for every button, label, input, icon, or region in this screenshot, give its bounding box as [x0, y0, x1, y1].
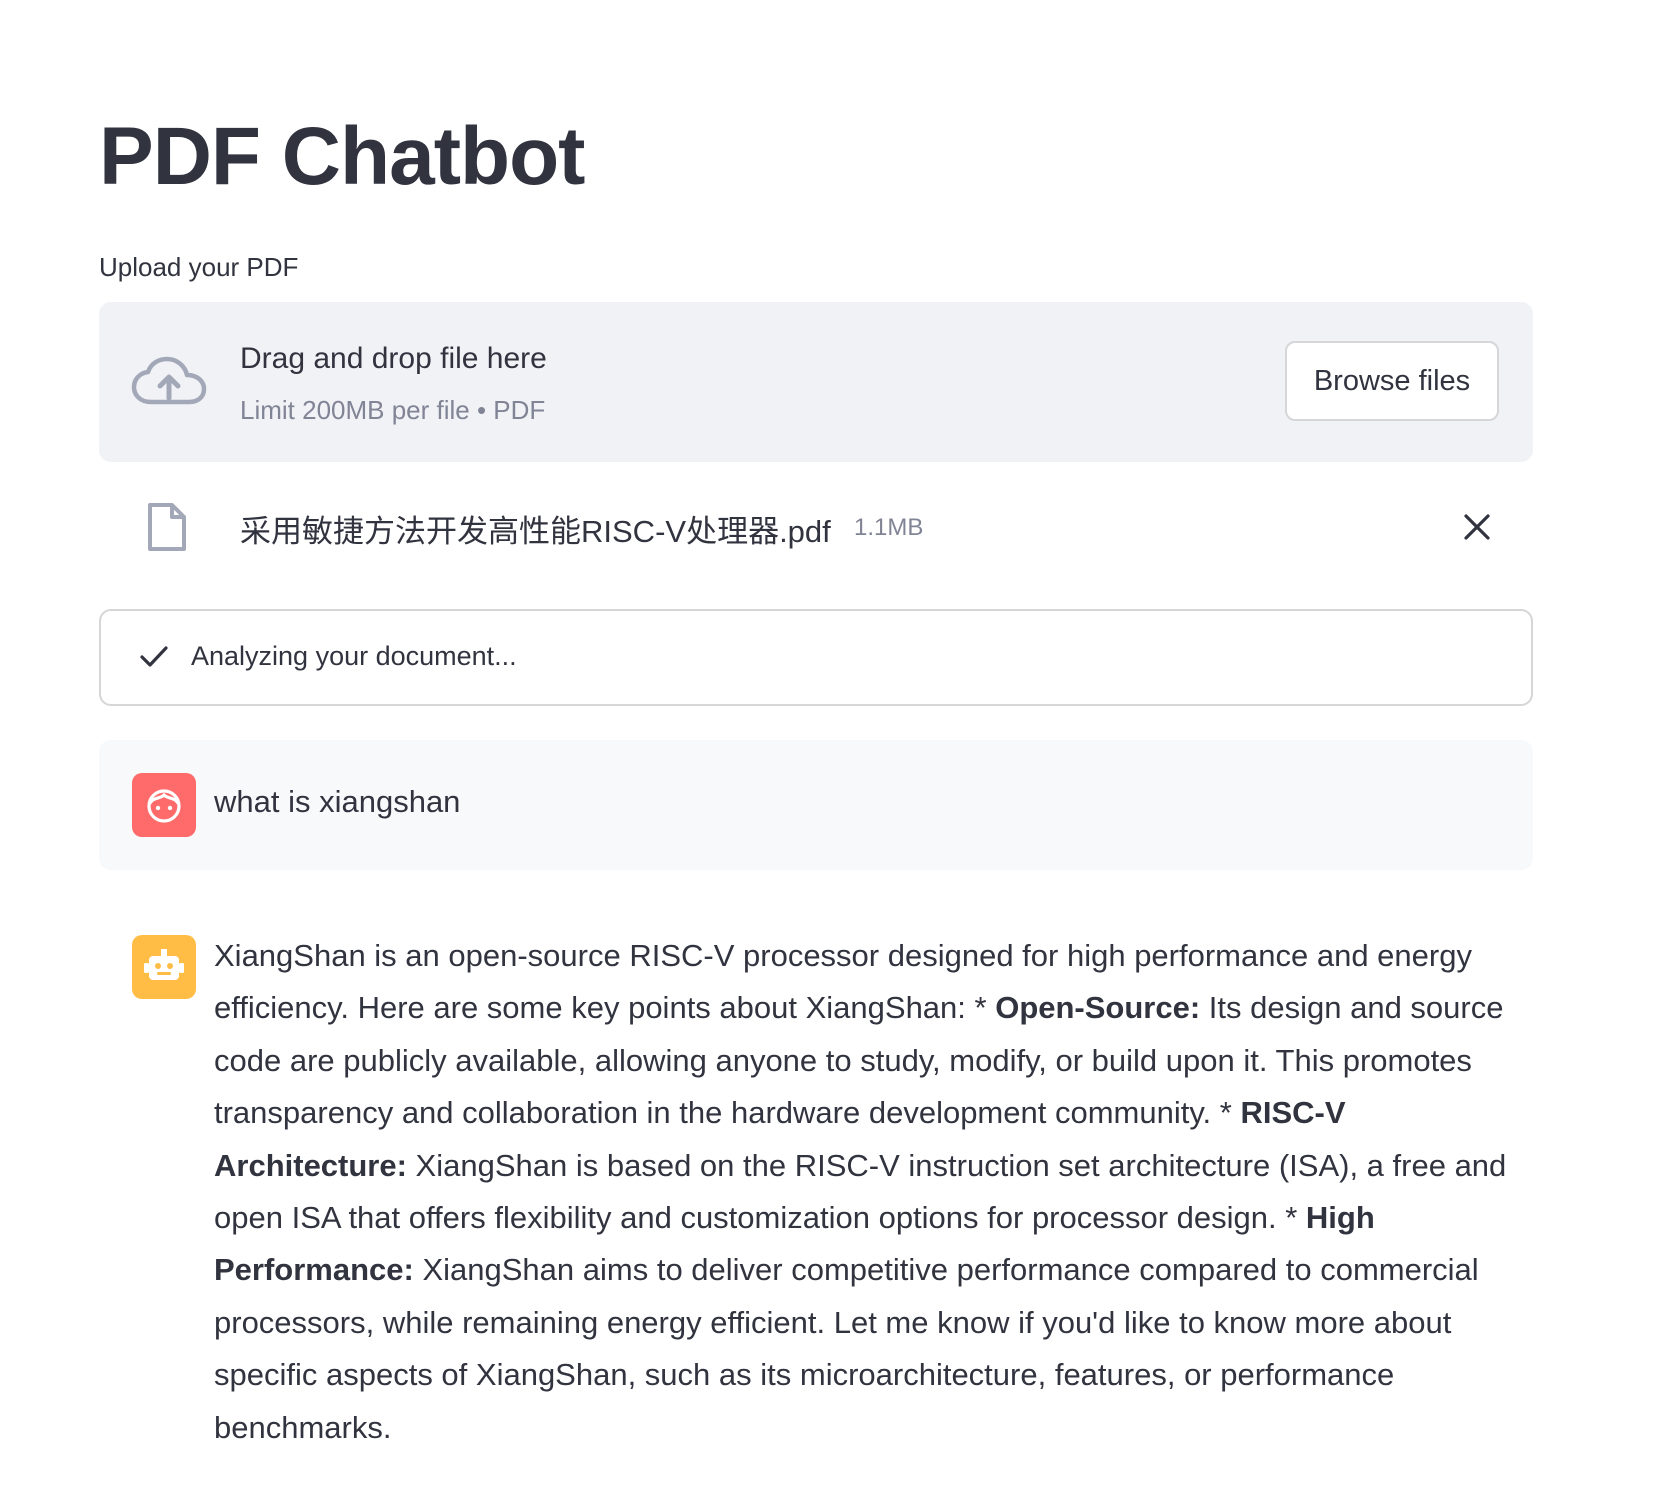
check-icon [139, 644, 169, 670]
status-expander[interactable]: Analyzing your document... [99, 609, 1533, 706]
assistant-chat-message: XiangShan is an open-source RISC-V proce… [99, 918, 1533, 1445]
status-text: Analyzing your document... [191, 641, 517, 671]
user-chat-message: what is xiangshan [99, 740, 1533, 870]
cloud-upload-icon [131, 356, 207, 408]
browse-files-button[interactable]: Browse files [1285, 341, 1499, 421]
robot-icon [132, 935, 196, 999]
close-icon[interactable] [1461, 511, 1493, 543]
user-face-icon [132, 773, 196, 837]
assistant-message-text: XiangShan is an open-source RISC-V proce… [214, 930, 1536, 1454]
file-icon [147, 502, 187, 552]
uploaded-file-name: 采用敏捷方法开发高性能RISC-V处理器.pdf [240, 514, 831, 549]
dropzone-title: Drag and drop file here [240, 342, 547, 375]
uploaded-file-size: 1.1MB [854, 514, 924, 541]
page: PDF Chatbot Upload your PDF Drag and dro… [0, 0, 1653, 1512]
page-title: PDF Chatbot [99, 111, 585, 202]
dropzone-limit-text: Limit 200MB per file • PDF [240, 395, 546, 425]
user-message-text: what is xiangshan [214, 784, 461, 819]
uploaded-file-row: 采用敏捷方法开发高性能RISC-V处理器.pdf 1.1MB [99, 494, 1533, 560]
upload-label: Upload your PDF [99, 252, 299, 282]
answer-bold-open-source: Open-Source: [995, 990, 1201, 1026]
file-dropzone[interactable]: Drag and drop file here Limit 200MB per … [99, 302, 1533, 462]
